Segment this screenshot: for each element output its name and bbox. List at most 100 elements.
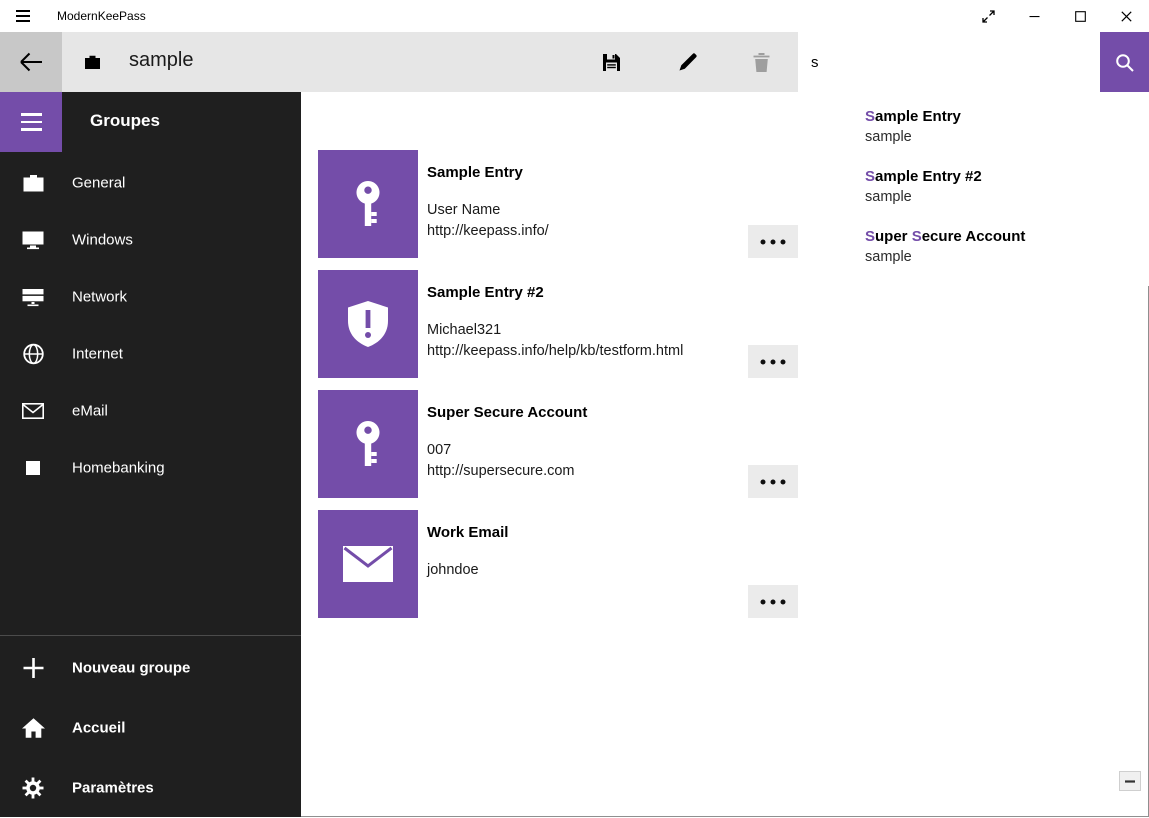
desktop-icon <box>20 230 46 249</box>
save-button[interactable] <box>587 46 635 78</box>
more-button[interactable] <box>748 465 798 498</box>
bank-icon <box>20 461 46 475</box>
entry-url: http://keepass.info/help/kb/testform.htm… <box>427 341 683 362</box>
ellipsis-icon <box>760 239 786 245</box>
minimize-icon <box>1029 11 1040 22</box>
database-name: sample <box>129 49 193 72</box>
entry-username: User Name <box>427 200 549 221</box>
ellipsis-icon <box>760 359 786 365</box>
edit-button[interactable] <box>663 46 711 78</box>
suggestion-title: Sample Entry <box>865 107 1137 126</box>
entry-row[interactable]: Super Secure Account 007 http://supersec… <box>301 390 1149 498</box>
entry-title: Super Secure Account <box>427 404 587 421</box>
sidebar: Groupes General Windows Network Internet <box>0 92 301 817</box>
globe-icon <box>20 343 46 364</box>
entry-username: Michael321 <box>427 320 683 341</box>
edit-pencil-icon <box>678 53 697 72</box>
suggestion-title: Super Secure Account <box>865 227 1137 246</box>
sidebar-item-new-group[interactable]: Nouveau groupe <box>0 638 301 698</box>
sidebar-item-label: Homebanking <box>72 459 165 476</box>
hamburger-icon <box>21 113 42 130</box>
close-button[interactable] <box>1103 0 1149 32</box>
suggestion-subtitle: sample <box>865 188 1137 207</box>
sidebar-item-internet[interactable]: Internet <box>0 325 301 382</box>
entry-icon-tile <box>318 150 418 258</box>
entry-username: 007 <box>427 440 575 461</box>
search-suggestion[interactable]: Sample Entry sample <box>798 98 1149 158</box>
sidebar-item-label: Paramètres <box>72 780 154 797</box>
gear-icon <box>20 777 46 799</box>
sidebar-item-label: Nouveau groupe <box>72 660 190 677</box>
entry-url: http://keepass.info/ <box>427 221 549 242</box>
entry-title: Sample Entry <box>427 164 523 181</box>
search-suggestions-panel: Sample Entry sample Sample Entry #2 samp… <box>798 92 1149 286</box>
entry-title: Sample Entry #2 <box>427 284 544 301</box>
sidebar-item-general[interactable]: General <box>0 154 301 211</box>
maximize-button[interactable] <box>1057 0 1103 32</box>
entry-icon-tile <box>318 390 418 498</box>
more-button[interactable] <box>748 225 798 258</box>
maximize-icon <box>1075 11 1086 22</box>
close-icon <box>1121 11 1132 22</box>
sidebar-item-network[interactable]: Network <box>0 268 301 325</box>
more-button[interactable] <box>748 345 798 378</box>
entry-row[interactable]: Work Email johndoe <box>301 510 1149 618</box>
home-icon <box>20 718 46 739</box>
entry-username: johndoe <box>427 560 479 581</box>
sidebar-item-label: eMail <box>72 402 108 419</box>
app-title: ModernKeePass <box>57 9 146 23</box>
window-controls <box>965 0 1149 32</box>
entry-icon-tile <box>318 510 418 618</box>
more-button[interactable] <box>748 585 798 618</box>
search-suggestion[interactable]: Super Secure Account sample <box>798 218 1149 278</box>
suggestion-subtitle: sample <box>865 128 1137 147</box>
hamburger-icon <box>16 10 30 22</box>
back-button[interactable] <box>0 32 62 92</box>
sidebar-item-windows[interactable]: Windows <box>0 211 301 268</box>
app-window: ModernKeePass sample <box>0 0 1149 817</box>
save-icon <box>602 53 621 72</box>
sidebar-item-home[interactable]: Accueil <box>0 698 301 758</box>
search-input[interactable] <box>798 32 1100 92</box>
app-header: sample <box>0 32 1149 92</box>
minus-icon <box>1125 780 1135 783</box>
suggestion-title: Sample Entry #2 <box>865 167 1137 186</box>
server-icon <box>20 287 46 306</box>
search-button[interactable] <box>1100 32 1149 92</box>
groups-heading: Groupes <box>90 111 160 131</box>
ellipsis-icon <box>760 479 786 485</box>
sidebar-item-email[interactable]: eMail <box>0 382 301 439</box>
sidebar-item-label: Windows <box>72 231 133 248</box>
back-arrow-icon <box>18 51 45 73</box>
minimize-button[interactable] <box>1011 0 1057 32</box>
sidebar-item-label: Accueil <box>72 720 125 737</box>
database-briefcase-icon <box>84 55 101 75</box>
entry-icon-tile <box>318 270 418 378</box>
plus-icon <box>20 657 46 680</box>
key-icon <box>348 420 388 468</box>
entry-title: Work Email <box>427 524 508 541</box>
hamburger-button[interactable] <box>0 92 62 152</box>
fullscreen-icon <box>981 9 996 24</box>
sidebar-divider <box>0 635 301 636</box>
sidebar-item-label: Network <box>72 288 127 305</box>
search-suggestion[interactable]: Sample Entry #2 sample <box>798 158 1149 218</box>
delete-trash-icon <box>753 53 770 72</box>
entry-url: http://supersecure.com <box>427 461 575 482</box>
fullscreen-button[interactable] <box>965 0 1011 32</box>
sidebar-item-label: General <box>72 174 125 191</box>
sidebar-item-settings[interactable]: Paramètres <box>0 758 301 818</box>
sidebar-item-homebanking[interactable]: Homebanking <box>0 439 301 496</box>
titlebar-menu-button[interactable] <box>0 0 46 32</box>
search-icon <box>1115 53 1134 72</box>
shield-warning-icon <box>346 300 390 348</box>
delete-button[interactable] <box>737 46 785 78</box>
mail-icon <box>20 403 46 419</box>
sidebar-item-label: Internet <box>72 345 123 362</box>
briefcase-icon <box>20 174 46 192</box>
scrollbar-minus-button[interactable] <box>1119 771 1141 791</box>
mail-icon <box>343 546 393 582</box>
suggestion-subtitle: sample <box>865 248 1137 267</box>
entry-row[interactable]: Sample Entry #2 Michael321 http://keepas… <box>301 270 1149 378</box>
key-icon <box>348 180 388 228</box>
